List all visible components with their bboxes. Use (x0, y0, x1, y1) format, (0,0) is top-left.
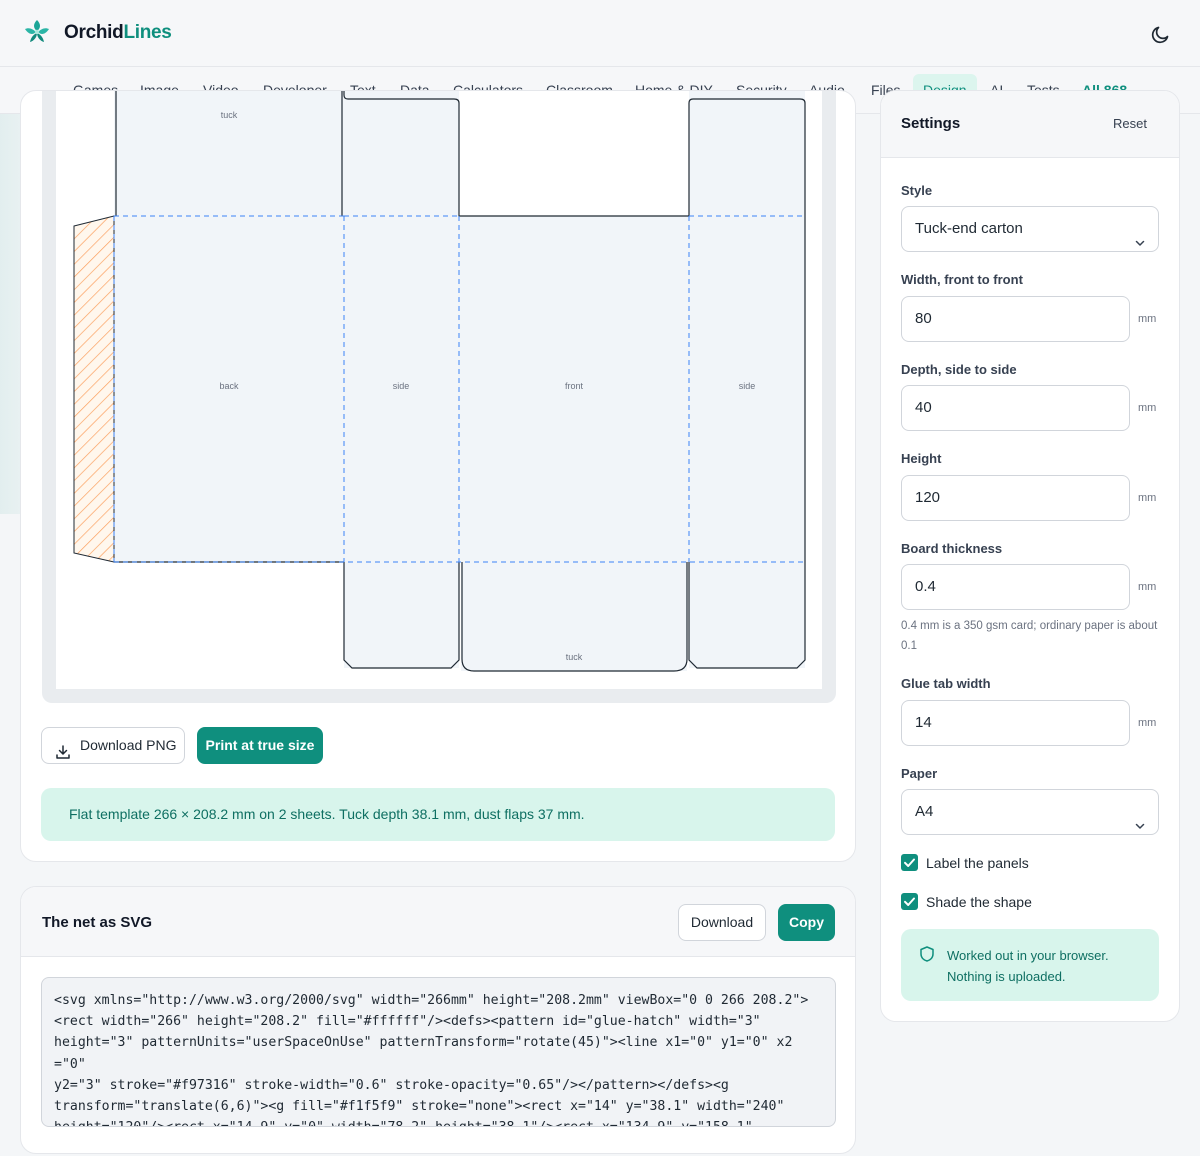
board-thickness-label: Board thickness (901, 541, 1003, 556)
download-icon (55, 738, 71, 759)
width-unit: mm (1138, 313, 1157, 325)
shade-shape-text: Shade the shape (926, 894, 1032, 910)
height-input[interactable]: 120 (901, 475, 1130, 521)
label-top-tuck: tuck (221, 110, 238, 120)
label-side-right: side (739, 381, 756, 391)
brand-part-2: Lines (123, 22, 172, 43)
template-summary: Flat template 266 × 208.2 mm on 2 sheets… (41, 788, 835, 841)
board-thickness-unit: mm (1138, 581, 1157, 593)
chevron-down-icon (1134, 223, 1146, 246)
svg-code-textarea[interactable]: <svg xmlns="http://www.w3.org/2000/svg" … (41, 977, 836, 1127)
preview-card: tuck back side front side tuck Download … (20, 90, 856, 862)
shade-shape-checkbox[interactable] (901, 893, 918, 910)
label-bottom-tuck: tuck (566, 652, 583, 662)
settings-card: Settings Reset Style Tuck-end carton Wid… (880, 90, 1180, 1022)
width-input[interactable]: 80 (901, 296, 1130, 342)
reset-button[interactable]: Reset (1113, 116, 1147, 131)
site-header: OrchidLines (0, 0, 1200, 67)
top-dust-flap-left (344, 91, 459, 216)
style-select[interactable]: Tuck-end carton (901, 206, 1159, 252)
print-true-size-button[interactable]: Print at true size (197, 727, 323, 764)
board-thickness-input[interactable]: 0.4 (901, 564, 1130, 610)
shield-icon (918, 945, 936, 963)
brand-part-1: Orchid (64, 22, 124, 43)
download-svg-button[interactable]: Download (678, 904, 766, 941)
label-side-left: side (393, 381, 410, 391)
chevron-down-icon (1134, 806, 1146, 829)
orchid-logo-icon[interactable] (21, 16, 53, 48)
paper-select-value: A4 (915, 803, 934, 820)
download-png-label: Download PNG (80, 737, 177, 753)
label-front: front (565, 381, 584, 391)
depth-unit: mm (1138, 402, 1157, 414)
svg-output-card: The net as SVG Download Copy <svg xmlns=… (20, 886, 856, 1154)
style-select-value: Tuck-end carton (915, 220, 1023, 237)
board-thickness-hint: 0.4 mm is a 350 gsm card; ordinary paper… (901, 620, 1158, 652)
privacy-notice: Worked out in your browser. Nothing is u… (901, 929, 1159, 1001)
depth-label: Depth, side to side (901, 362, 1017, 377)
style-label: Style (901, 183, 933, 198)
width-label: Width, front to front (901, 272, 1023, 287)
depth-input[interactable]: 40 (901, 385, 1130, 431)
svg-card-header: The net as SVG Download Copy (21, 887, 855, 957)
label-panels-checkbox[interactable] (901, 854, 918, 871)
brand-name[interactable]: OrchidLines (64, 22, 172, 44)
paper-select[interactable]: A4 (901, 789, 1159, 835)
bottom-dust-flap-right (689, 562, 805, 668)
paper-sheet: tuck back side front side tuck (56, 91, 822, 689)
glue-tab-unit: mm (1138, 717, 1157, 729)
height-unit: mm (1138, 492, 1157, 504)
preview-frame: tuck back side front side tuck (42, 91, 836, 703)
glue-tab-label: Glue tab width (901, 676, 991, 691)
svg-card-title: The net as SVG (42, 914, 153, 931)
box-net-drawing: tuck back side front side tuck (73, 91, 806, 672)
download-png-button[interactable]: Download PNG (41, 727, 185, 764)
glue-tab-input[interactable]: 14 (901, 700, 1130, 746)
paper-label: Paper (901, 766, 938, 781)
settings-header: Settings Reset (881, 91, 1179, 158)
checkmark-icon (904, 897, 915, 906)
theme-toggle-moon-icon[interactable] (1148, 21, 1174, 47)
checkmark-icon (904, 858, 915, 867)
copy-svg-button[interactable]: Copy (778, 904, 835, 941)
privacy-notice-text: Worked out in your browser. Nothing is u… (947, 948, 1109, 984)
top-dust-flap-right (689, 91, 805, 216)
label-back: back (219, 381, 239, 391)
settings-title: Settings (901, 115, 961, 132)
label-panels-text: Label the panels (926, 855, 1029, 871)
bottom-dust-flap-left (344, 562, 459, 668)
glue-tab-hatch (73, 215, 115, 563)
height-label: Height (901, 451, 942, 466)
